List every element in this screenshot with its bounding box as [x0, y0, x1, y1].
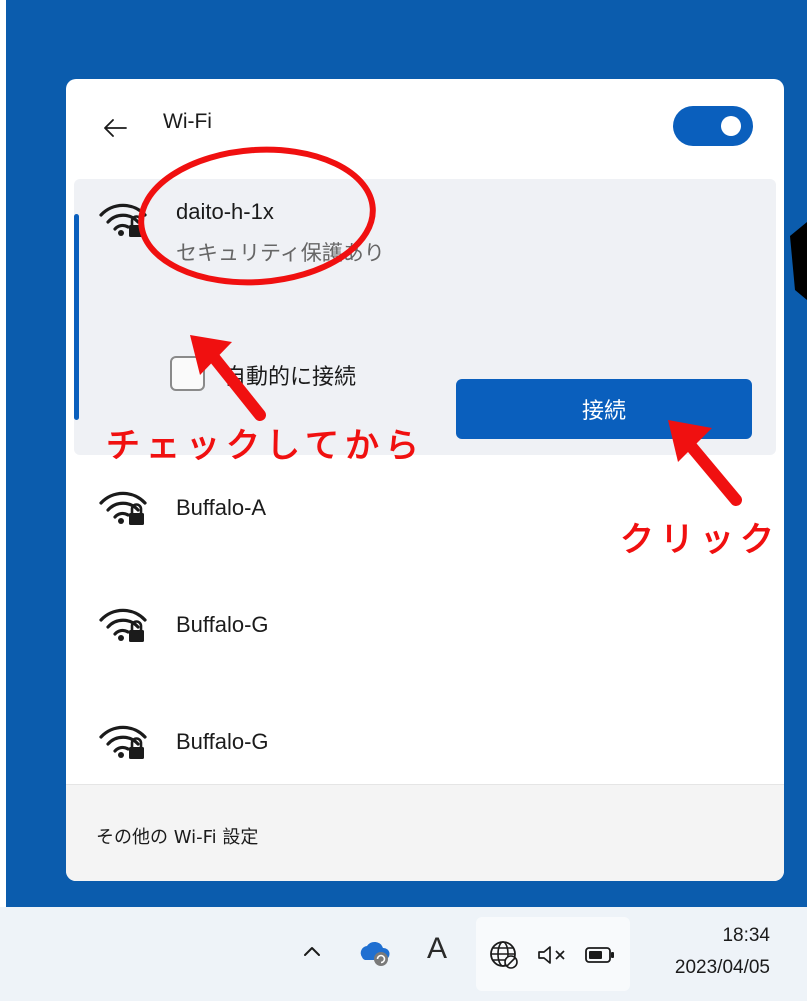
annotation-click: クリック [620, 520, 780, 560]
arrow-to-checkbox [190, 335, 266, 421]
tutorial-annotation-layer [138, 146, 807, 506]
black-pointer-fragment [790, 222, 807, 300]
highlight-circle [138, 146, 376, 286]
annotation-check-first: チェックしてから [106, 426, 425, 466]
arrow-to-connect-button [668, 420, 742, 506]
